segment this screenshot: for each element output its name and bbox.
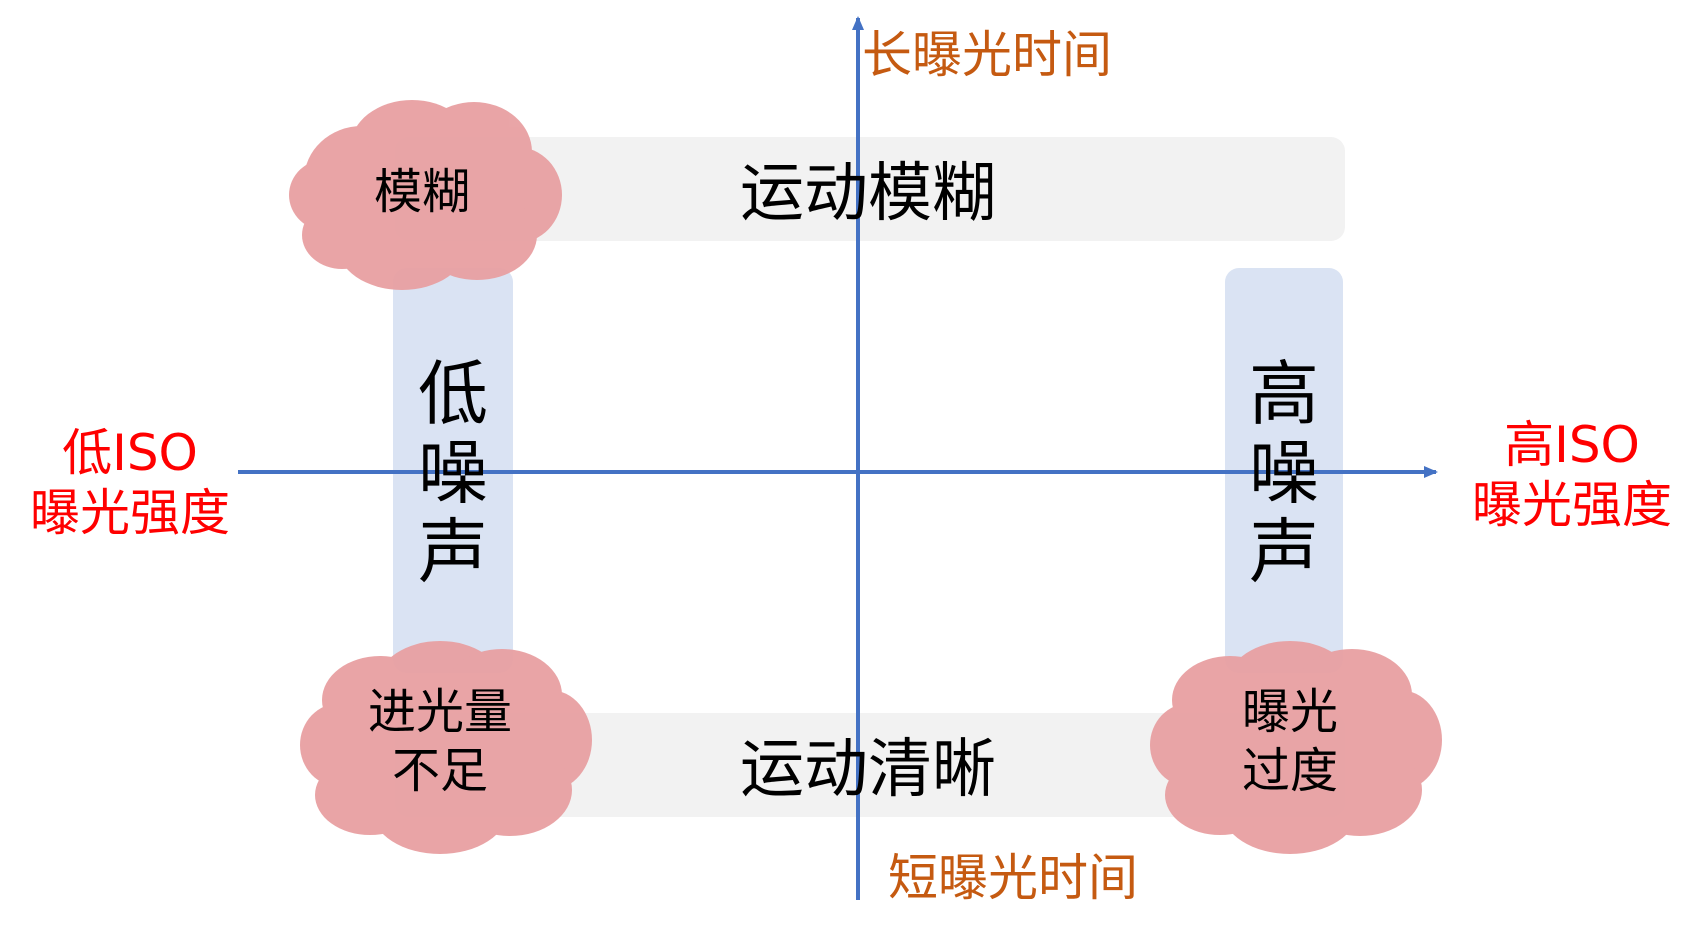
band-right-char-2: 噪 <box>1249 432 1319 514</box>
axis-right-label-line-2: 曝光强度 <box>1472 476 1672 534</box>
band-left-char-3: 声 <box>418 511 488 593</box>
axis-top-label: 长曝光时间 <box>862 26 1112 84</box>
cloud-top-left: 模糊 <box>289 100 562 290</box>
cloud-bottom-right-line-1: 曝光 <box>1242 684 1338 740</box>
axis-left-label-line-2: 曝光强度 <box>30 484 230 542</box>
band-left-char-1: 低 <box>418 353 488 435</box>
band-right-char-1: 高 <box>1249 353 1319 435</box>
axis-bottom-label: 短曝光时间 <box>888 849 1138 907</box>
exposure-diagram: 运动模糊 运动清晰 低 噪 声 高 噪 声 模糊 进光量 不足 曝光 过度 长曝… <box>0 0 1699 934</box>
cloud-bottom-left-line-2: 不足 <box>392 743 488 799</box>
diagram-canvas: 运动模糊 运动清晰 低 噪 声 高 噪 声 模糊 进光量 不足 曝光 过度 长曝… <box>30 16 1672 907</box>
band-bottom-label: 运动清晰 <box>740 733 996 807</box>
cloud-bottom-right-line-2: 过度 <box>1242 743 1338 799</box>
cloud-top-left-line-1: 模糊 <box>374 164 470 220</box>
cloud-bottom-right: 曝光 过度 <box>1150 641 1442 854</box>
band-left-char-2: 噪 <box>418 432 488 514</box>
cloud-bottom-left: 进光量 不足 <box>300 641 592 854</box>
band-top-label: 运动模糊 <box>740 157 996 231</box>
band-right-char-3: 声 <box>1249 511 1319 593</box>
axis-right-label-line-1: 高ISO <box>1504 416 1640 474</box>
cloud-bottom-left-line-1: 进光量 <box>368 684 512 740</box>
axis-left-label-line-1: 低ISO <box>62 424 198 482</box>
